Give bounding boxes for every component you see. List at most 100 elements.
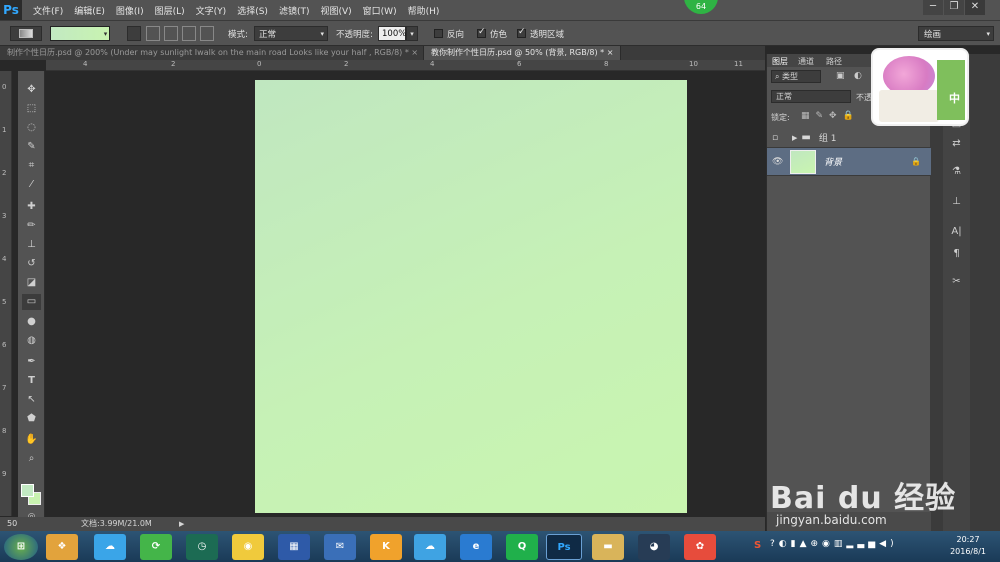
paragraph-icon[interactable]: ¶ (947, 246, 966, 262)
mode-select[interactable]: 正常 ▾ (254, 26, 328, 41)
restore-button[interactable]: ❐ (944, 0, 964, 15)
menu-image[interactable]: 图像(I) (116, 4, 144, 17)
adjust-icon[interactable]: ⇄ (947, 136, 966, 152)
menu-layer[interactable]: 图层(L) (155, 4, 185, 17)
transparency-checkbox[interactable] (517, 27, 526, 38)
menu-view[interactable]: 视图(V) (320, 4, 351, 17)
tools-icon[interactable]: ✂ (947, 274, 966, 290)
chrome-icon[interactable]: ◉ (232, 534, 264, 560)
stamp-tool-icon[interactable]: ⊥ (22, 237, 41, 253)
app-tencent-icon[interactable]: ◷ (186, 534, 218, 560)
gradient-tool-icon[interactable]: ▭ (22, 294, 41, 310)
color-swatches[interactable] (20, 483, 44, 507)
tab-document-2[interactable]: 教你制作个性日历.psd @ 50% (背景, RGB/8) * × (424, 46, 622, 60)
close-icon[interactable]: × (607, 48, 614, 57)
status-arrow-icon[interactable]: ▶ (179, 517, 184, 531)
gradient-tool-preset[interactable] (10, 26, 42, 41)
clone-source-icon[interactable]: ⊥ (947, 194, 966, 210)
floating-thumbnail[interactable]: 中 (871, 48, 969, 126)
menu-filter[interactable]: 滤镜(T) (279, 4, 310, 17)
video-icon[interactable]: ▦ (278, 534, 310, 560)
layer-row-group[interactable]: ▫ ▶ ▬ 组 1 (767, 128, 931, 148)
opacity-input[interactable]: 100% (378, 26, 406, 41)
ime-sogou-icon[interactable]: S (754, 540, 761, 551)
reverse-checkbox[interactable] (434, 29, 443, 38)
cloud-icon[interactable]: ☁ (414, 534, 446, 560)
filter-adjust-icon[interactable]: ◐ (854, 71, 862, 81)
iqiyi-icon[interactable]: Q (506, 534, 538, 560)
layer-row-background[interactable]: 👁 背景 🔒 (767, 148, 931, 176)
transparency-option[interactable]: 透明区域 (517, 26, 564, 41)
expand-arrow-icon[interactable]: ▶ (792, 134, 797, 142)
brush-panel-icon[interactable]: ⚗ (947, 164, 966, 180)
menu-window[interactable]: 窗口(W) (363, 4, 397, 17)
history-brush-icon[interactable]: ↺ (22, 256, 41, 272)
workspace-select[interactable]: 绘画 ▾ (918, 26, 994, 41)
photoshop-taskbar-button[interactable]: Ps (546, 534, 582, 560)
tab-layers[interactable]: 图层 (772, 56, 788, 67)
zoom-readout[interactable]: 50 (0, 517, 46, 531)
menu-file[interactable]: 文件(F) (33, 4, 63, 17)
vertical-ruler[interactable]: 0 1 2 3 4 5 6 7 8 9 (0, 71, 12, 516)
ime-indicator[interactable]: 中 (949, 90, 960, 106)
character-icon[interactable]: A| (947, 224, 966, 240)
quick-select-tool-icon[interactable]: ✎ (22, 139, 41, 155)
dodge-tool-icon[interactable]: ◍ (22, 333, 41, 349)
eraser-tool-icon[interactable]: ◪ (22, 275, 41, 291)
filter-pixel-icon[interactable]: ▣ (836, 71, 845, 81)
healing-brush-icon[interactable]: ✚ (22, 199, 41, 215)
angle-gradient-icon[interactable] (164, 26, 178, 41)
app-360-icon[interactable]: ❖ (46, 534, 78, 560)
crop-tool-icon[interactable]: ⌗ (22, 158, 41, 174)
reverse-option[interactable]: 反向 (434, 26, 464, 41)
radial-gradient-icon[interactable] (146, 26, 160, 41)
qq-icon[interactable]: ◕ (638, 534, 670, 560)
tray-icons[interactable]: ?◐▮▲⊕◉▥▂▃▅◀) (770, 539, 898, 549)
layer-filter-select[interactable]: ⌕ 类型 (771, 70, 821, 83)
menu-select[interactable]: 选择(S) (237, 4, 268, 17)
start-button[interactable]: ⊞ (4, 534, 38, 560)
blur-tool-icon[interactable]: ● (22, 314, 41, 330)
menu-type[interactable]: 文字(Y) (196, 4, 227, 17)
blend-mode-select[interactable]: 正常 (771, 90, 851, 103)
marquee-tool-icon[interactable]: ⬚ (22, 101, 41, 117)
menu-help[interactable]: 帮助(H) (408, 4, 440, 17)
browser-360-icon[interactable]: ⟳ (140, 534, 172, 560)
move-tool-icon[interactable]: ✥ (22, 82, 41, 98)
dither-option[interactable]: 仿色 (477, 26, 507, 41)
ie-icon[interactable]: e (460, 534, 492, 560)
minimize-button[interactable]: ─ (923, 0, 943, 15)
linear-gradient-icon[interactable] (127, 26, 141, 41)
clock[interactable]: 20:27 2016/8/1 (950, 534, 986, 558)
lasso-tool-icon[interactable]: ◌ (22, 120, 41, 136)
tab-document-1[interactable]: 制作个性日历.psd @ 200% (Under may sunlight Iw… (0, 46, 424, 60)
diamond-gradient-icon[interactable] (200, 26, 214, 41)
gradient-dropdown-icon[interactable]: ▾ (101, 26, 110, 41)
menu-edit[interactable]: 编辑(E) (74, 4, 105, 17)
type-tool-icon[interactable]: T (22, 373, 41, 389)
opacity-dropdown-icon[interactable]: ▾ (406, 26, 418, 41)
foreground-color-swatch[interactable] (21, 484, 34, 497)
lock-icons[interactable]: ▦✎✥🔒 (801, 111, 860, 121)
explorer-icon[interactable]: ▬ (592, 534, 624, 560)
visibility-toggle-off[interactable]: ▫ (772, 133, 784, 143)
document-canvas[interactable] (255, 80, 687, 513)
kugou-icon[interactable]: K (370, 534, 402, 560)
hand-tool-icon[interactable]: ✋ (22, 432, 41, 448)
tab-paths[interactable]: 路径 (826, 56, 842, 67)
dither-checkbox[interactable] (477, 27, 486, 38)
media-icon[interactable]: ✿ (684, 534, 716, 560)
shape-tool-icon[interactable]: ⬟ (22, 411, 41, 427)
path-select-icon[interactable]: ↖ (22, 392, 41, 408)
doc-size[interactable]: 文档:3.99M/21.0M (81, 517, 152, 531)
mail-icon[interactable]: ✉ (324, 534, 356, 560)
pen-tool-icon[interactable]: ✒ (22, 354, 41, 370)
eye-icon[interactable]: 👁 (772, 157, 784, 167)
close-button[interactable]: ✕ (965, 0, 985, 15)
brush-tool-icon[interactable]: ✏ (22, 218, 41, 234)
close-icon[interactable]: × (411, 48, 418, 57)
zoom-tool-icon[interactable]: ⌕ (22, 451, 41, 467)
baidu-netdisk-icon[interactable]: ☁ (94, 534, 126, 560)
tab-channels[interactable]: 通道 (798, 56, 814, 67)
horizontal-ruler[interactable]: 4 2 0 2 4 6 8 10 11 (46, 60, 765, 71)
